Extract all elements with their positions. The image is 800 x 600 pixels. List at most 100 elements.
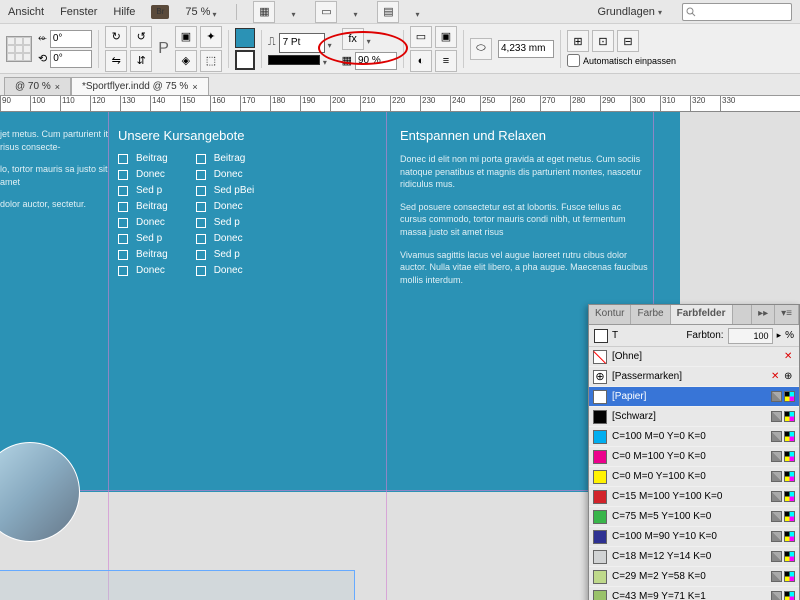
- fx-icon[interactable]: fx: [342, 28, 364, 50]
- rotate-ccw-icon[interactable]: ↺: [130, 26, 152, 48]
- tab-farbe[interactable]: Farbe: [631, 305, 670, 324]
- menu-fenster[interactable]: Fenster: [60, 6, 97, 18]
- tab-doc-1[interactable]: @ 70 %×: [4, 77, 71, 95]
- swatch-row[interactable]: C=43 M=9 Y=71 K=1: [589, 587, 799, 600]
- color-type-icon: [771, 591, 782, 600]
- wrap-bbox-icon[interactable]: ▣: [435, 26, 457, 48]
- fit-frame-icon[interactable]: ⊡: [592, 30, 614, 52]
- screen-mode-icon[interactable]: ▭: [315, 1, 337, 23]
- auto-fit-label: Automatisch einpassen: [583, 56, 676, 66]
- color-type-icon: [771, 411, 782, 422]
- swatch-row[interactable]: C=0 M=0 Y=100 K=0: [589, 467, 799, 487]
- swatch-row[interactable]: [Papier]: [589, 387, 799, 407]
- flip-h-icon[interactable]: ⇋: [105, 50, 127, 72]
- horizontal-ruler[interactable]: 9010011012013014015016017018019020021022…: [0, 96, 800, 112]
- list-item: Sed pBei: [196, 185, 255, 196]
- close-icon[interactable]: ×: [192, 82, 197, 92]
- p-icon[interactable]: P: [158, 40, 169, 58]
- swatch-row[interactable]: C=15 M=100 Y=100 K=0: [589, 487, 799, 507]
- obj-icon-2[interactable]: ⬚: [200, 50, 222, 72]
- arrange-icon[interactable]: ▤: [377, 1, 399, 23]
- swatch-row[interactable]: C=75 M=5 Y=100 K=0: [589, 507, 799, 527]
- obj-icon-1[interactable]: ◈: [175, 50, 197, 72]
- cmyk-icon: [784, 471, 795, 482]
- swatch-row[interactable]: C=0 M=100 Y=0 K=0: [589, 447, 799, 467]
- list-item: Sed p: [118, 233, 168, 244]
- fit-content-icon[interactable]: ⊞: [567, 30, 589, 52]
- close-icon[interactable]: ×: [55, 82, 60, 92]
- swatch-row[interactable]: C=18 M=12 Y=14 K=0: [589, 547, 799, 567]
- zoom-select[interactable]: 75 %: [185, 6, 220, 18]
- tint-input[interactable]: [728, 328, 773, 344]
- tab-doc-2[interactable]: *Sportflyer.indd @ 75 %×: [71, 77, 209, 95]
- menu-hilfe[interactable]: Hilfe: [113, 6, 135, 18]
- checkbox-icon: [118, 266, 128, 276]
- checkbox-icon: [196, 186, 206, 196]
- swatch-row[interactable]: [Passermarken]✕⊕: [589, 367, 799, 387]
- list-item: Beitrag: [118, 153, 168, 164]
- rotate-cw-icon[interactable]: ↻: [105, 26, 127, 48]
- text-column-1[interactable]: jet metus. Cum parturient it risus conse…: [0, 128, 110, 221]
- wrap-none-icon[interactable]: ▭: [410, 26, 432, 48]
- text-column-3[interactable]: Entspannen und Relaxen Donec id elit non…: [400, 128, 650, 296]
- swatch-row[interactable]: C=29 M=2 Y=58 K=0: [589, 567, 799, 587]
- list-item: Sed p: [196, 217, 255, 228]
- flip-v-icon[interactable]: ⇵: [130, 50, 152, 72]
- rotate-value[interactable]: [50, 50, 92, 68]
- workspace-select[interactable]: Grundlagen: [597, 6, 666, 18]
- opacity-icon: ▦: [342, 54, 352, 67]
- swatch-row[interactable]: [Schwarz]: [589, 407, 799, 427]
- color-type-icon: [771, 471, 782, 482]
- fill-swatch[interactable]: [235, 28, 255, 48]
- wrap-jump-icon[interactable]: ≡: [435, 50, 457, 72]
- shear-value[interactable]: [50, 30, 92, 48]
- text-swatch-icon[interactable]: T: [612, 330, 618, 341]
- swatch-list: [Ohne]✕[Passermarken]✕⊕[Papier][Schwarz]…: [589, 347, 799, 600]
- panel-collapse-icon[interactable]: ▸▸: [752, 305, 775, 324]
- auto-fit-checkbox[interactable]: [567, 54, 580, 67]
- checkbox-icon: [118, 170, 128, 180]
- list-item: Sed p: [196, 249, 255, 260]
- text-column-2[interactable]: Unsere Kursangebote BeitragDonecSed pBei…: [118, 128, 378, 276]
- guide-vertical[interactable]: [386, 112, 387, 600]
- swatch-row[interactable]: C=100 M=0 Y=0 K=0: [589, 427, 799, 447]
- color-type-icon: [771, 391, 782, 402]
- color-type-icon: [771, 551, 782, 562]
- tab-kontur[interactable]: Kontur: [589, 305, 631, 324]
- shear-icon: ⬰: [38, 32, 47, 45]
- stroke-swatch[interactable]: [235, 50, 255, 70]
- corner-radius-input[interactable]: [498, 40, 554, 58]
- checkbox-icon: [118, 218, 128, 228]
- farbton-label: Farbton:: [686, 330, 723, 341]
- wrap-shape-icon[interactable]: ◐: [410, 50, 432, 72]
- fill-proxy-icon[interactable]: [594, 329, 608, 343]
- cmyk-icon: [784, 551, 795, 562]
- checkbox-icon: [118, 202, 128, 212]
- cmyk-icon: [784, 511, 795, 522]
- stroke-weight-icon: ⎍: [268, 36, 276, 49]
- stroke-weight-input[interactable]: 7 Pt: [279, 33, 325, 53]
- cmyk-icon: [784, 391, 795, 402]
- list-item: Donec: [118, 217, 168, 228]
- list-item: Sed p: [118, 185, 168, 196]
- stroke-style-swatch[interactable]: [268, 55, 320, 65]
- color-type-icon: [771, 531, 782, 542]
- panel-menu-icon[interactable]: ▾≡: [775, 305, 799, 324]
- search-input[interactable]: [682, 3, 792, 21]
- bridge-icon[interactable]: Br: [151, 5, 169, 19]
- tab-farbfelder[interactable]: Farbfelder: [671, 305, 733, 324]
- view-options-icon[interactable]: ▦: [253, 1, 275, 23]
- swatch-row[interactable]: C=100 M=90 Y=10 K=0: [589, 527, 799, 547]
- checkbox-icon: [196, 250, 206, 260]
- document-canvas[interactable]: jet metus. Cum parturient it risus conse…: [0, 112, 800, 600]
- corner-icon[interactable]: ⬭: [470, 38, 492, 60]
- menu-ansicht[interactable]: Ansicht: [8, 6, 44, 18]
- fit-prop-icon[interactable]: ⊟: [617, 30, 639, 52]
- opacity-input[interactable]: [355, 52, 397, 70]
- checkbox-icon: [196, 218, 206, 228]
- ref-point-proxy[interactable]: [6, 36, 32, 62]
- swatch-row[interactable]: [Ohne]✕: [589, 347, 799, 367]
- select-content-icon[interactable]: ✦: [200, 26, 222, 48]
- selected-frame[interactable]: [0, 570, 355, 600]
- select-container-icon[interactable]: ▣: [175, 26, 197, 48]
